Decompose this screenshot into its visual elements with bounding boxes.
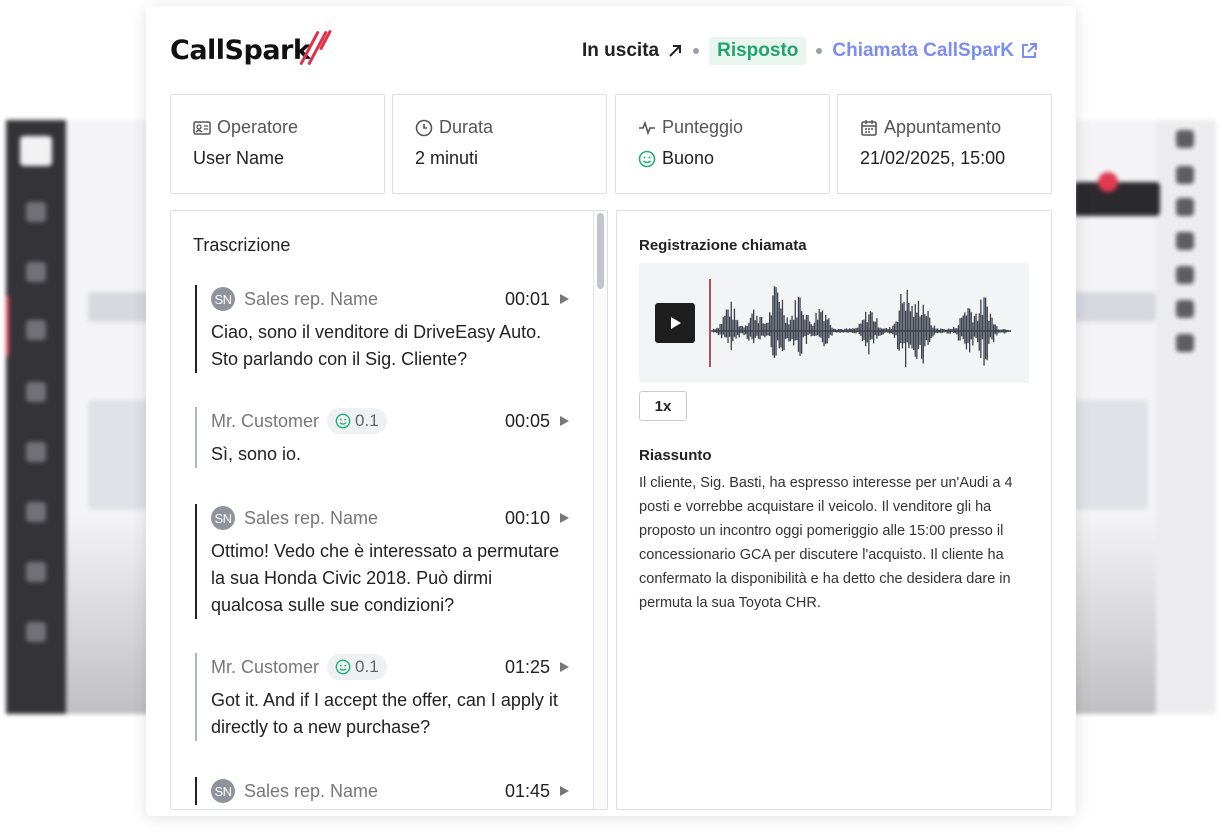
- stat-appointment: Appuntamento 21/02/2025, 15:00: [837, 94, 1052, 194]
- logo-text: CallSpark: [170, 34, 311, 66]
- speaker-name: Mr. Customer: [211, 410, 320, 431]
- speaker-name: Mr. Customer: [211, 656, 320, 677]
- logo-slash-icon: [299, 29, 333, 67]
- avatar: SN: [211, 506, 235, 530]
- audio-waveform[interactable]: [709, 273, 1014, 373]
- timestamp: 00:10: [504, 507, 550, 528]
- stat-label: Punteggio: [662, 117, 744, 137]
- smile-icon: [335, 659, 351, 675]
- status-badge: Risposto: [709, 37, 807, 65]
- stat-value: 2 minuti: [415, 148, 479, 168]
- direction-text: In uscita: [582, 40, 660, 61]
- background-sidebar: [6, 120, 66, 714]
- transcript-message: SN Sales rep. Name 00:01 Ciao, sono il v…: [195, 285, 569, 373]
- scroll-thumb[interactable]: [597, 213, 604, 289]
- stat-label: Operatore: [217, 117, 299, 137]
- call-stats: Operatore User Name Durata 2 minuti Punt…: [170, 94, 1052, 194]
- transcript-message: Mr. Customer 0.1 01:25 Got it. And if I …: [195, 653, 569, 741]
- transcript-message: SN Sales rep. Name 00:10 Ottimo! Vedo ch…: [195, 504, 569, 619]
- stat-label: Durata: [439, 117, 494, 137]
- transcript-title: Trascrizione: [193, 235, 291, 255]
- play-icon[interactable]: [560, 662, 569, 672]
- sentiment-badge: 0.1: [327, 654, 387, 680]
- stat-label: Appuntamento: [884, 117, 1002, 137]
- direction-label: In uscita: [582, 40, 683, 62]
- audio-player: [639, 263, 1029, 383]
- callspark-logo: CallSpark: [170, 29, 333, 70]
- speaker-name: Sales rep. Name: [244, 780, 379, 801]
- playback-speed-button[interactable]: 1x: [639, 391, 687, 421]
- speaker-name: Sales rep. Name: [244, 288, 379, 309]
- arrow-up-right-icon: [669, 45, 682, 57]
- stat-value: User Name: [193, 148, 285, 168]
- play-icon[interactable]: [560, 294, 569, 304]
- separator-dot: [693, 48, 700, 54]
- smile-icon: [638, 150, 656, 167]
- transcript-panel[interactable]: Trascrizione SN Sales rep. Name 00:01 Ci…: [170, 210, 608, 810]
- clock-icon: [415, 119, 433, 136]
- play-icon[interactable]: [560, 416, 569, 426]
- timestamp: 01:45: [504, 780, 550, 801]
- stat-score: Punteggio Buono: [615, 94, 830, 194]
- timestamp: 01:25: [504, 656, 550, 677]
- stat-operator: Operatore User Name: [170, 94, 385, 194]
- sentiment-score: 0.1: [355, 657, 379, 676]
- recording-panel: Registrazione chiamata 1x Riassunto Il c…: [616, 210, 1052, 810]
- stat-duration: Durata 2 minuti: [392, 94, 607, 194]
- transcript-message: SN Sales rep. Name 01:45: [195, 777, 569, 805]
- separator-dot: [816, 48, 823, 54]
- play-button[interactable]: [655, 303, 695, 343]
- transcript-message: Mr. Customer 0.1 00:05 Sì, sono io.: [195, 407, 569, 468]
- play-icon[interactable]: [560, 513, 569, 523]
- transcript-scrollbar[interactable]: [593, 211, 607, 809]
- play-icon[interactable]: [671, 317, 681, 329]
- summary-text: Il cliente, Sig. Basti, ha espresso inte…: [639, 475, 1013, 611]
- activity-icon: [639, 120, 655, 135]
- message-text: Ottimo! Vedo che è interessato a permuta…: [211, 541, 560, 615]
- message-text: Got it. And if I accept the offer, can I…: [211, 690, 558, 737]
- summary-title: Riassunto: [639, 447, 712, 464]
- call-detail-card: CallSpark In uscita Risposto Chiamata Ca…: [146, 6, 1076, 816]
- call-status-header: In uscita Risposto Chiamata CallSparK: [582, 36, 1038, 66]
- id-card-icon: [193, 120, 211, 135]
- sentiment-score: 0.1: [355, 411, 379, 430]
- sentiment-badge: 0.1: [327, 408, 387, 434]
- call-link-label[interactable]: Chiamata CallSparK: [832, 40, 1014, 62]
- message-text: Sì, sono io.: [211, 444, 302, 464]
- avatar: SN: [211, 779, 235, 803]
- message-text: Ciao, sono il venditore di DriveEasy Aut…: [211, 322, 542, 369]
- stat-value: Buono: [662, 148, 715, 168]
- calendar-icon: [861, 119, 877, 136]
- stat-value: 21/02/2025, 15:00: [860, 148, 1006, 168]
- external-link-icon[interactable]: [1020, 42, 1038, 60]
- timestamp: 00:05: [504, 410, 550, 431]
- smile-icon: [335, 413, 351, 429]
- timestamp: 00:01: [504, 288, 550, 309]
- recording-title: Registrazione chiamata: [639, 237, 807, 254]
- avatar: SN: [211, 287, 235, 311]
- background-rightbar: [1156, 120, 1216, 714]
- play-icon[interactable]: [560, 786, 569, 796]
- speaker-name: Sales rep. Name: [244, 507, 379, 528]
- callspark-call-link[interactable]: Chiamata CallSparK: [832, 40, 1038, 62]
